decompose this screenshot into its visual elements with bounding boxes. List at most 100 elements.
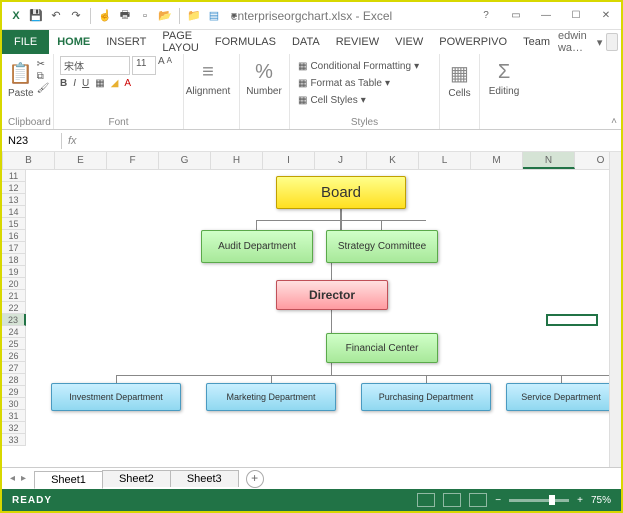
row-header[interactable]: 33 (2, 434, 26, 446)
row-header[interactable]: 26 (2, 350, 26, 362)
name-box[interactable]: N23 (2, 133, 62, 149)
org-node-board[interactable]: Board (276, 176, 406, 209)
row-header[interactable]: 29 (2, 386, 26, 398)
tab-powerpivot[interactable]: POWERPIVO (431, 31, 515, 53)
font-name-select[interactable]: 宋体 (60, 56, 130, 75)
org-node-service[interactable]: Service Department (506, 383, 616, 411)
user-area[interactable]: edwin wa… ▾ (558, 30, 623, 54)
column-header[interactable]: I (263, 152, 315, 169)
save-icon[interactable]: 💾 (28, 8, 44, 24)
org-node-director[interactable]: Director (276, 280, 388, 310)
zoom-level[interactable]: 75% (591, 495, 611, 506)
tab-team[interactable]: Team (515, 31, 558, 53)
row-header[interactable]: 24 (2, 326, 26, 338)
column-header[interactable]: F (107, 152, 159, 169)
tab-view[interactable]: VIEW (387, 31, 431, 53)
fx-icon[interactable]: fx (62, 135, 83, 147)
row-header[interactable]: 31 (2, 410, 26, 422)
zoom-in-button[interactable]: + (577, 495, 583, 506)
font-color-icon[interactable]: A (124, 78, 131, 89)
undo-icon[interactable]: ↶ (48, 8, 64, 24)
border-icon[interactable]: ▦ (95, 78, 104, 89)
tab-review[interactable]: REVIEW (328, 31, 387, 53)
conditional-formatting-button[interactable]: ▦Conditional Formatting▾ (296, 60, 421, 73)
column-header[interactable]: G (159, 152, 211, 169)
touch-icon[interactable]: ☝ (97, 8, 113, 24)
org-node-financial[interactable]: Financial Center (326, 333, 438, 363)
row-header[interactable]: 18 (2, 254, 26, 266)
open-icon[interactable]: 📂 (157, 8, 173, 24)
alignment-button[interactable]: ≡Alignment (190, 56, 226, 97)
underline-button[interactable]: U (82, 78, 89, 89)
tab-home[interactable]: HOME (49, 31, 98, 53)
cut-icon[interactable]: ✂ (37, 59, 50, 70)
tab-data[interactable]: DATA (284, 31, 328, 53)
formula-bar[interactable] (83, 139, 621, 143)
column-header[interactable]: L (419, 152, 471, 169)
vertical-scrollbar[interactable] (609, 152, 621, 470)
print-icon[interactable]: 🖶 (117, 8, 133, 24)
shrink-font-icon[interactable]: A (167, 56, 172, 75)
new-icon[interactable]: ▫ (137, 8, 153, 24)
org-node-marketing[interactable]: Marketing Department (206, 383, 336, 411)
zoom-slider[interactable] (509, 499, 569, 502)
grow-font-icon[interactable]: A (158, 56, 165, 75)
cell-styles-button[interactable]: ▦Cell Styles▾ (296, 94, 421, 107)
sheet-tab[interactable]: Sheet2 (102, 470, 171, 487)
column-header[interactable]: B (3, 152, 55, 169)
normal-view-icon[interactable] (417, 493, 435, 507)
file-tab[interactable]: FILE (2, 30, 49, 54)
tab-insert[interactable]: INSERT (98, 31, 154, 53)
row-header[interactable]: 22 (2, 302, 26, 314)
tab-formulas[interactable]: FORMULAS (207, 31, 284, 53)
minimize-icon[interactable]: — (531, 4, 561, 28)
add-sheet-button[interactable]: + (246, 470, 264, 488)
copy-icon[interactable]: ⧉ (37, 71, 50, 82)
column-header[interactable]: H (211, 152, 263, 169)
collapse-ribbon-icon[interactable]: ˄ (611, 116, 617, 127)
redo-icon[interactable]: ↷ (68, 8, 84, 24)
font-size-select[interactable]: 11 (132, 56, 156, 75)
row-header[interactable]: 11 (2, 170, 26, 182)
org-node-purchasing[interactable]: Purchasing Department (361, 383, 491, 411)
sheet-tab[interactable]: Sheet1 (34, 471, 103, 489)
help-icon[interactable]: ? (471, 4, 501, 28)
paste-button[interactable]: 📋 Paste (8, 56, 34, 99)
row-header[interactable]: 19 (2, 266, 26, 278)
org-node-audit[interactable]: Audit Department (201, 230, 313, 263)
folder-icon[interactable]: 📁 (186, 8, 202, 24)
column-header[interactable]: E (55, 152, 107, 169)
page-layout-view-icon[interactable] (443, 493, 461, 507)
close-icon[interactable]: ✕ (591, 4, 621, 28)
excel-icon[interactable]: X (8, 8, 24, 24)
row-header[interactable]: 25 (2, 338, 26, 350)
row-header[interactable]: 27 (2, 362, 26, 374)
row-header[interactable]: 17 (2, 242, 26, 254)
row-header[interactable]: 30 (2, 398, 26, 410)
canvas[interactable]: Board Audit Department Strategy Committee D… (26, 170, 621, 470)
row-header[interactable]: 14 (2, 206, 26, 218)
palette-icon[interactable]: ▤ (206, 8, 222, 24)
italic-button[interactable]: I (73, 78, 76, 89)
row-header[interactable]: 12 (2, 182, 26, 194)
column-header[interactable]: J (315, 152, 367, 169)
row-header[interactable]: 20 (2, 278, 26, 290)
row-header[interactable]: 23 (2, 314, 26, 326)
column-header[interactable]: K (367, 152, 419, 169)
org-node-strategy[interactable]: Strategy Committee (326, 230, 438, 263)
sheet-tab[interactable]: Sheet3 (170, 470, 239, 487)
fill-color-icon[interactable]: ◢ (111, 78, 119, 89)
sheet-nav[interactable]: ◂▸ (2, 473, 34, 484)
cells-button[interactable]: ▦Cells (446, 56, 473, 99)
row-header[interactable]: 15 (2, 218, 26, 230)
page-break-view-icon[interactable] (469, 493, 487, 507)
row-header[interactable]: 32 (2, 422, 26, 434)
ribbon-options-icon[interactable]: ▭ (501, 4, 531, 28)
row-header[interactable]: 21 (2, 290, 26, 302)
format-table-button[interactable]: ▦Format as Table▾ (296, 77, 421, 90)
row-header[interactable]: 28 (2, 374, 26, 386)
row-header[interactable]: 13 (2, 194, 26, 206)
bold-button[interactable]: B (60, 78, 67, 89)
format-painter-icon[interactable]: 🖌 (37, 83, 50, 94)
maximize-icon[interactable]: ☐ (561, 4, 591, 28)
